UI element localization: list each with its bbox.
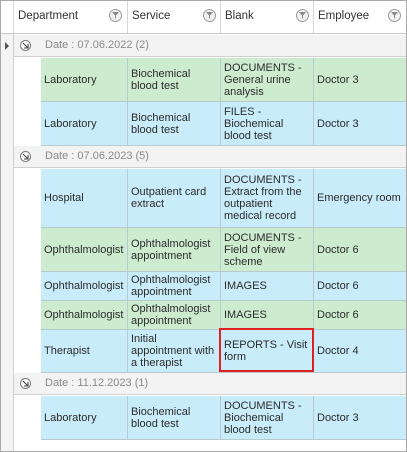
filter-icon[interactable]	[296, 9, 309, 22]
collapse-group-icon[interactable]	[20, 151, 31, 162]
cell-employee[interactable]: Doctor 4	[314, 330, 406, 373]
cell-text: Ophthalmologist appointment	[131, 303, 211, 327]
cell-text: Ophthalmologist	[44, 309, 124, 321]
table-row[interactable]: Ophthalmologist Ophthalmologist appointme…	[41, 272, 406, 301]
column-header-label: Service	[132, 10, 171, 22]
group-label: Date : 07.06.2022 (2)	[45, 39, 149, 51]
cell-text: Doctor 6	[317, 243, 359, 256]
cell-blank[interactable]: DOCUMENTS - Field of view scheme	[221, 228, 314, 272]
grid-header: Department Service Blank Employee	[1, 1, 406, 34]
cell-text: DOCUMENTS - General urine analysis	[224, 61, 302, 98]
group-label: Date : 11.12.2023 (1)	[45, 377, 149, 389]
cell-service[interactable]: Ophthalmologist appointment	[128, 228, 221, 272]
data-grid[interactable]: Department Service Blank Employee Date:…	[0, 0, 407, 452]
cell-text: Ophthalmologist appointment	[131, 274, 211, 298]
collapse-group-icon[interactable]	[20, 378, 31, 389]
cell-blank[interactable]: DOCUMENTS - Extract from the outpatient …	[221, 169, 314, 228]
header-indicator-cell	[1, 1, 14, 33]
group-row[interactable]: Date : 07.06.2022 (2)	[14, 35, 406, 57]
cell-text: Outpatient card extract	[131, 186, 207, 210]
cell-service[interactable]: Outpatient card extract	[128, 169, 221, 228]
table-row[interactable]: Laboratory Biochemical blood test FILES - …	[41, 102, 406, 146]
cell-service[interactable]: Ophthalmologist appointment	[128, 272, 221, 301]
cell-text: FILES - Biochemical blood test	[224, 105, 284, 142]
cell-service[interactable]: Biochemical blood test	[128, 396, 221, 440]
cell-department[interactable]: Hospital	[41, 169, 128, 228]
column-header-service[interactable]: Service	[128, 1, 221, 33]
cell-employee[interactable]: Doctor 3	[314, 102, 406, 146]
filter-icon[interactable]	[109, 9, 122, 22]
cell-service[interactable]: Ophthalmologist appointment	[128, 301, 221, 330]
cell-text: Ophthalmologist appointment	[131, 237, 211, 262]
cell-text: Doctor 6	[317, 280, 359, 292]
filter-icon[interactable]	[388, 9, 401, 22]
cell-text: IMAGES	[224, 309, 267, 321]
cell-service[interactable]: Biochemical blood test	[128, 102, 221, 146]
cell-text: Doctor 3	[317, 73, 359, 86]
cell-department[interactable]: Laboratory	[41, 396, 128, 440]
cell-text: Therapist	[44, 345, 90, 357]
current-row-indicator-icon	[5, 42, 9, 50]
cell-text: Ophthalmologist	[44, 243, 124, 256]
cell-text: Hospital	[44, 192, 84, 204]
cell-department[interactable]: Ophthalmologist	[41, 228, 128, 272]
cell-blank[interactable]: REPORTS - Visit form	[221, 330, 314, 373]
cell-employee[interactable]: Doctor 6	[314, 272, 406, 301]
cell-department[interactable]: Ophthalmologist	[41, 301, 128, 330]
table-row[interactable]: Laboratory Biochemical blood test DOCUMENT…	[41, 396, 406, 440]
cell-service[interactable]: Biochemical blood test	[128, 58, 221, 102]
collapse-group-icon[interactable]	[20, 40, 31, 51]
row-indicator-column	[1, 34, 14, 451]
table-row[interactable]: Ophthalmologist Ophthalmologist appointme…	[41, 228, 406, 272]
cell-text: Biochemical blood test	[131, 67, 191, 92]
cell-blank[interactable]: DOCUMENTS - Biochemical blood test	[221, 396, 314, 440]
table-row[interactable]: Therapist Initial appointment with a ther…	[41, 330, 406, 373]
cell-text: Doctor 6	[317, 309, 359, 321]
table-row[interactable]: Hospital Outpatient card extract DOCUMENTS…	[41, 169, 406, 228]
cell-employee[interactable]: Doctor 3	[314, 58, 406, 102]
cell-employee[interactable]: Emergency room	[314, 169, 406, 228]
cell-text: Biochemical blood test	[131, 111, 191, 136]
cell-blank[interactable]: IMAGES	[221, 272, 314, 301]
column-header-department[interactable]: Department	[14, 1, 128, 33]
cell-employee[interactable]: Doctor 3	[314, 396, 406, 440]
group-row[interactable]: Date : 07.06.2023 (5)	[14, 146, 406, 168]
column-header-label: Employee	[318, 10, 370, 22]
cell-department[interactable]: Laboratory	[41, 102, 128, 146]
cell-employee[interactable]: Doctor 6	[314, 228, 406, 272]
cell-text: DOCUMENTS - Biochemical blood test	[224, 399, 302, 436]
cell-text: DOCUMENTS - Extract from the outpatient …	[224, 174, 302, 222]
cell-text: Laboratory	[44, 73, 97, 86]
cell-text: IMAGES	[224, 280, 267, 292]
table-row[interactable]: Ophthalmologist Ophthalmologist appointme…	[41, 301, 406, 330]
cell-text: Laboratory	[44, 411, 97, 424]
cell-text: Biochemical blood test	[131, 405, 191, 430]
column-header-blank[interactable]: Blank	[221, 1, 314, 33]
cell-department[interactable]: Laboratory	[41, 58, 128, 102]
column-header-employee[interactable]: Employee	[314, 1, 406, 33]
group-label: Date : 07.06.2023 (5)	[45, 150, 149, 162]
cell-employee[interactable]: Doctor 6	[314, 301, 406, 330]
group-row[interactable]: Date : 11.12.2023 (1)	[14, 373, 406, 395]
cell-text: REPORTS - Visit form	[224, 339, 308, 363]
cell-blank[interactable]: IMAGES	[221, 301, 314, 330]
cell-text: Laboratory	[44, 117, 97, 130]
cell-text: Doctor 3	[317, 411, 359, 424]
cell-service[interactable]: Initial appointment with a therapist	[128, 330, 221, 373]
cell-text: Ophthalmologist	[44, 280, 124, 292]
column-header-label: Department	[18, 10, 79, 22]
column-header-label: Blank	[225, 10, 254, 22]
cell-text: Emergency room	[317, 192, 401, 204]
filter-icon[interactable]	[203, 9, 216, 22]
cell-text: Doctor 3	[317, 117, 359, 130]
cell-text: DOCUMENTS - Field of view scheme	[224, 231, 302, 268]
cell-department[interactable]: Therapist	[41, 330, 128, 373]
cell-text: Initial appointment with a therapist	[131, 333, 215, 369]
cell-department[interactable]: Ophthalmologist	[41, 272, 128, 301]
table-row[interactable]: Laboratory Biochemical blood test DOCUMENT…	[41, 58, 406, 102]
cell-blank[interactable]: DOCUMENTS - General urine analysis	[221, 58, 314, 102]
cell-text: Doctor 4	[317, 345, 359, 357]
cell-blank[interactable]: FILES - Biochemical blood test	[221, 102, 314, 146]
